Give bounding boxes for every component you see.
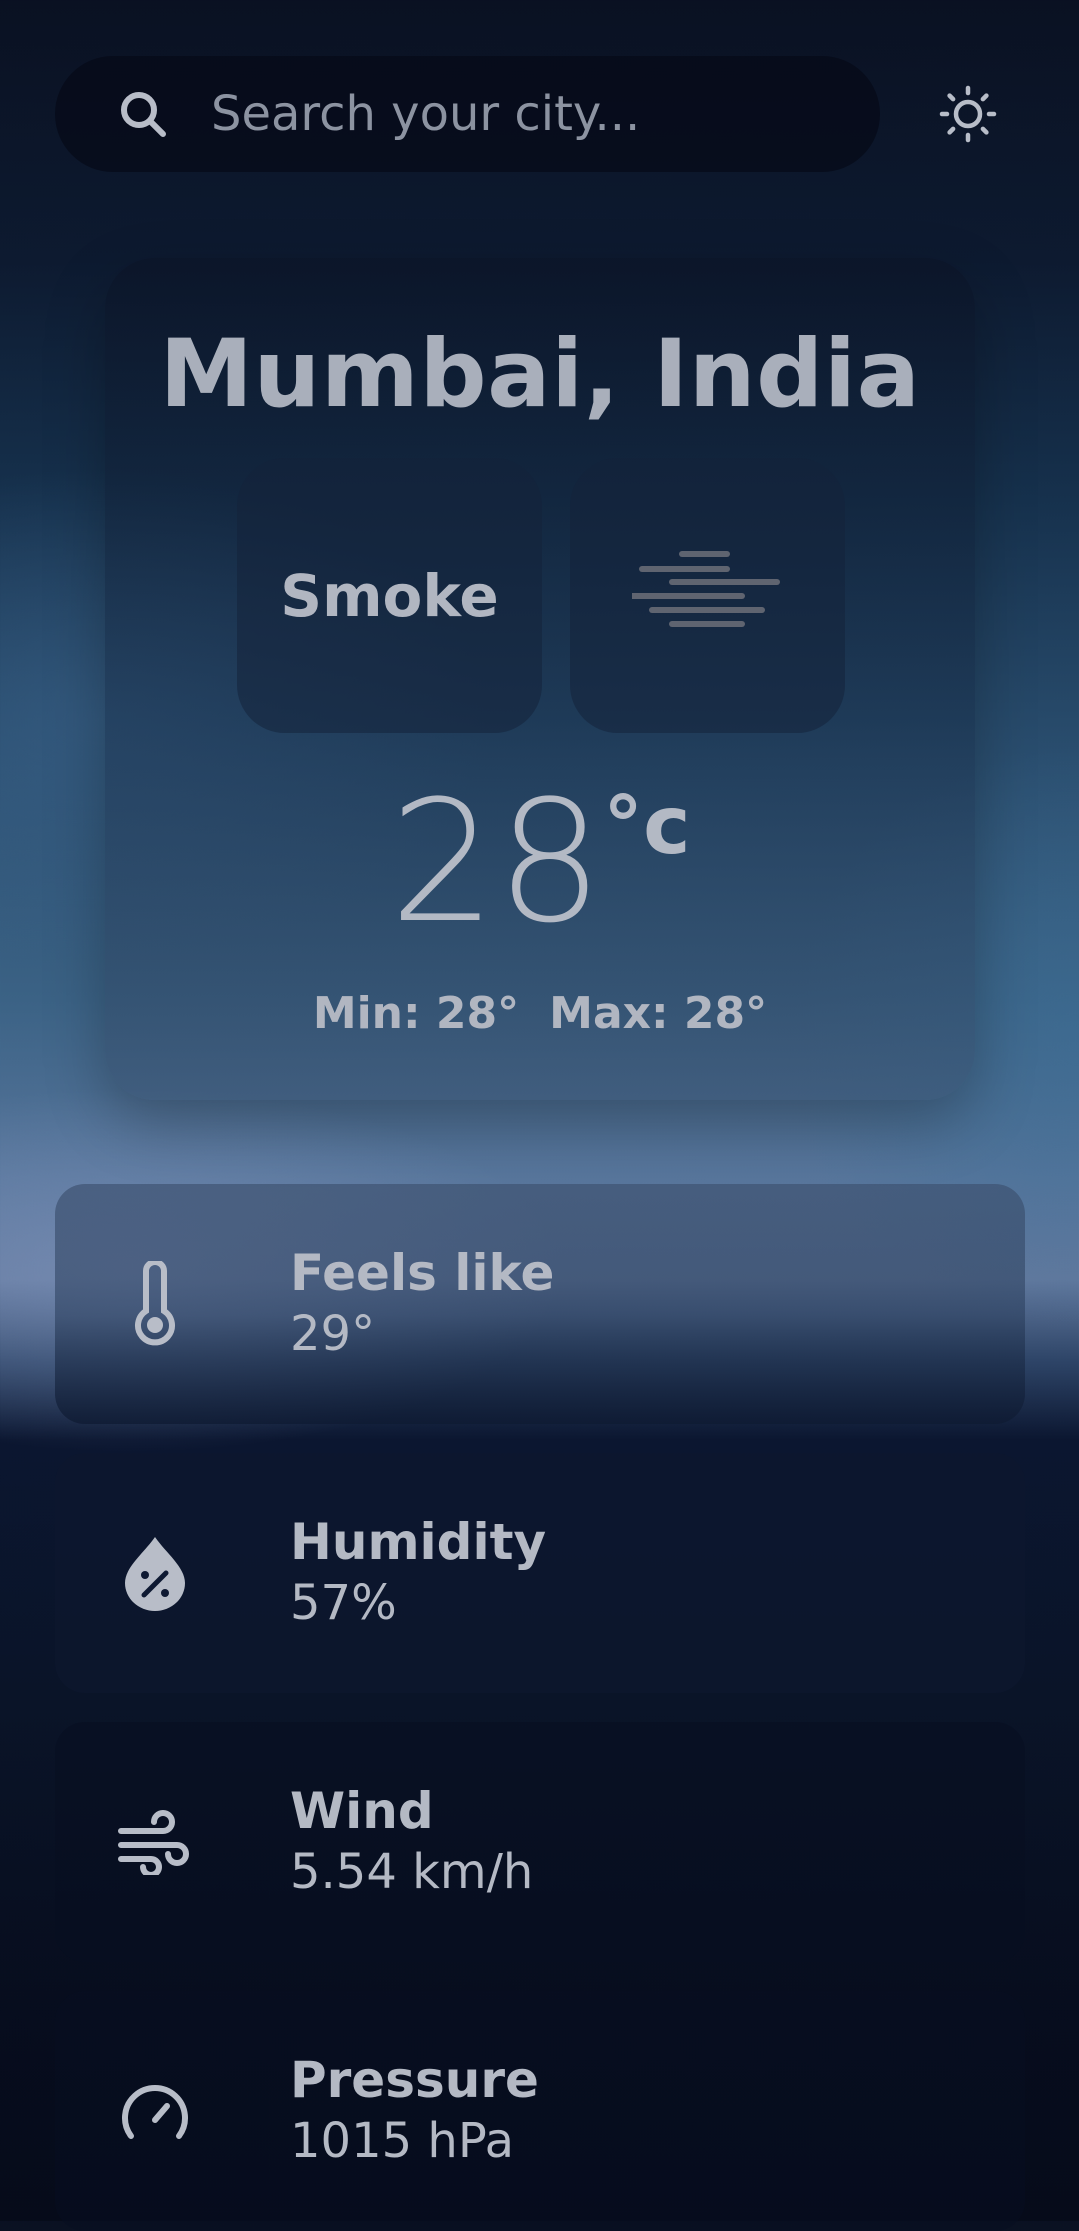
wind-value: 5.54 km/h — [290, 1843, 534, 1900]
max-temp: Max: 28° — [549, 988, 768, 1039]
search-input[interactable] — [209, 85, 833, 143]
wind-card: Wind 5.54 km/h — [55, 1722, 1025, 1962]
min-temp: Min: 28° — [312, 988, 520, 1039]
temperature-unit: °c — [603, 779, 691, 872]
feels-like-card: Feels like 29° — [55, 1184, 1025, 1424]
pressure-card: Pressure 1015 hPa — [55, 1991, 1025, 2231]
humidity-label: Humidity — [290, 1512, 547, 1571]
humidity-card: Humidity 57% — [55, 1453, 1025, 1693]
humidity-drop-icon — [115, 1533, 195, 1613]
temperature: 28°c — [105, 778, 975, 946]
wind-label: Wind — [290, 1781, 434, 1840]
condition-tile: Smoke — [237, 458, 542, 733]
sun-icon — [939, 85, 997, 143]
city-name: Mumbai, India — [159, 320, 921, 429]
min-max: Min: 28° Max: 28° — [105, 988, 975, 1039]
feels-like-label: Feels like — [290, 1243, 555, 1302]
gauge-icon — [115, 2071, 195, 2151]
search-icon[interactable] — [117, 88, 169, 140]
weather-card: Mumbai, India Smoke 28°c Min: 28° Max: 28… — [105, 258, 975, 1100]
pressure-label: Pressure — [290, 2050, 539, 2109]
search-bar — [55, 56, 880, 172]
theme-toggle-button[interactable] — [934, 80, 1002, 148]
temperature-value: 28 — [389, 764, 604, 960]
wind-icon — [115, 1802, 195, 1882]
humidity-value: 57% — [290, 1574, 397, 1631]
haze-icon — [632, 551, 780, 627]
condition-icon-tile — [570, 458, 845, 733]
pressure-value: 1015 hPa — [290, 2112, 515, 2169]
thermometer-icon — [115, 1261, 195, 1346]
feels-like-value: 29° — [290, 1305, 376, 1362]
condition-label: Smoke — [280, 562, 499, 630]
